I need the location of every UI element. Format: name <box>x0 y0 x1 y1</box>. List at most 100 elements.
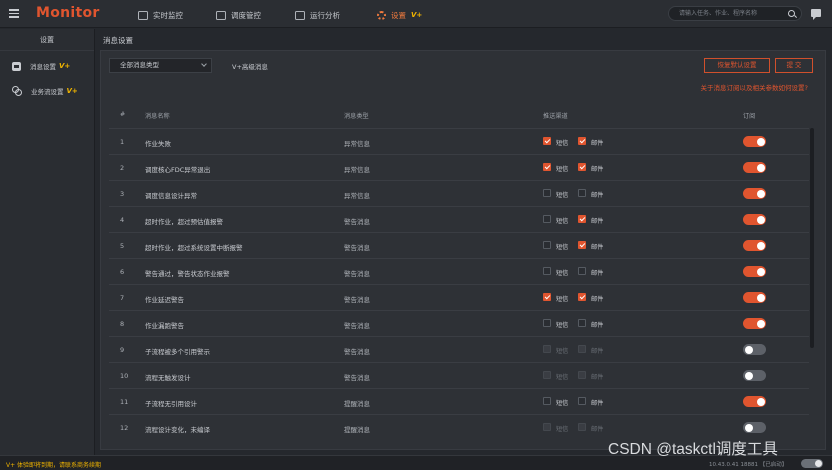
submit-button[interactable]: 提 交 <box>775 58 813 73</box>
subscribe-toggle[interactable] <box>743 292 766 303</box>
sms-checkbox[interactable] <box>543 397 551 405</box>
message-icon <box>12 61 21 71</box>
brand-logo[interactable]: Monitor <box>36 5 100 21</box>
subscribe-toggle[interactable] <box>743 188 766 199</box>
message-type: 警告消息 <box>344 322 370 330</box>
link-icon <box>12 86 22 96</box>
settings-panel: 全部消息类型 V+高级消息 恢复默认设置 提 交 关于消息订阅以及相关参数如何设… <box>100 50 826 450</box>
mail-label: 邮件 <box>591 270 604 277</box>
sms-label: 短信 <box>556 166 569 173</box>
message-type: 警告消息 <box>344 218 370 226</box>
row-number: 9 <box>120 346 125 354</box>
search-icon[interactable] <box>788 10 795 17</box>
sms-checkbox[interactable] <box>543 267 551 275</box>
search-input[interactable]: 请输入任务、作业、程序名称 <box>668 6 802 21</box>
nav-label: 设置 <box>391 10 406 20</box>
chart-icon <box>295 10 305 20</box>
sidebar-item-flow-settings[interactable]: 业务流设置 V+ <box>12 86 78 96</box>
message-name: 子流程无引用设计 <box>145 400 197 408</box>
mail-checkbox[interactable] <box>578 215 586 223</box>
nav-run-analysis[interactable]: 运行分析 <box>295 9 340 21</box>
nav-settings[interactable]: 设置 V+ <box>377 9 422 21</box>
sms-checkbox[interactable] <box>543 241 551 249</box>
sms-checkbox[interactable] <box>543 163 551 171</box>
table-row: 5 超时作业，超过系统设置中断报警 警告消息 短信 邮件 <box>109 232 809 258</box>
col-channel: 推送渠道 <box>543 113 568 120</box>
subscribe-toggle[interactable] <box>743 266 766 277</box>
sms-checkbox[interactable] <box>543 293 551 301</box>
table-row: 10 流程无触发设计 警告消息 短信 邮件 <box>109 362 809 388</box>
sms-checkbox[interactable] <box>543 137 551 145</box>
sms-label: 短信 <box>556 140 569 147</box>
table-row: 7 作业延迟警告 警告消息 短信 邮件 <box>109 284 809 310</box>
menu-icon[interactable] <box>9 9 19 18</box>
mail-label: 邮件 <box>591 400 604 407</box>
subscribe-toggle[interactable] <box>743 136 766 147</box>
vplus-badge: V+ <box>66 87 78 95</box>
message-name: 流程设计变化，未编译 <box>145 426 210 434</box>
mail-checkbox[interactable] <box>578 189 586 197</box>
row-number: 5 <box>120 242 125 250</box>
subscribe-toggle[interactable] <box>743 344 766 355</box>
advanced-message-tab[interactable]: V+高级消息 <box>232 61 268 71</box>
subscribe-toggle[interactable] <box>743 240 766 251</box>
message-type: 警告消息 <box>344 270 370 278</box>
help-link[interactable]: 关于消息订阅以及相关参数如何设置? <box>701 82 808 92</box>
subscribe-toggle[interactable] <box>743 396 766 407</box>
mail-checkbox[interactable] <box>578 397 586 405</box>
sms-checkbox[interactable] <box>543 215 551 223</box>
subscribe-toggle[interactable] <box>743 422 766 433</box>
sms-label: 短信 <box>556 270 569 277</box>
mail-checkbox[interactable] <box>578 241 586 249</box>
mail-checkbox <box>578 371 586 379</box>
message-name: 作业延迟警告 <box>145 296 184 304</box>
status-toggle[interactable] <box>801 459 823 468</box>
message-type: 警告消息 <box>344 296 370 304</box>
message-name: 子流程被多个引用警示 <box>145 348 210 356</box>
subscribe-toggle[interactable] <box>743 370 766 381</box>
subscribe-toggle[interactable] <box>743 214 766 225</box>
search-placeholder: 请输入任务、作业、程序名称 <box>679 10 758 17</box>
mail-checkbox[interactable] <box>578 319 586 327</box>
sms-checkbox <box>543 345 551 353</box>
message-type: 异常信息 <box>344 192 370 200</box>
nav-realtime-monitor[interactable]: 实时监控 <box>138 9 183 21</box>
message-name: 流程无触发设计 <box>145 374 191 382</box>
message-icon[interactable] <box>811 9 821 20</box>
table-header: # 消息名称 消息类型 推送渠道 订阅 <box>109 108 809 122</box>
scrollbar[interactable] <box>810 128 814 348</box>
server-status: 10.43.0.41 18881 【已启动】 <box>709 462 788 468</box>
top-bar: Monitor 实时监控 调度管控 运行分析 设置 V+ 请输入任务、作业、程序… <box>0 0 832 28</box>
table-row: 8 作业漏跑警告 警告消息 短信 邮件 <box>109 310 809 336</box>
message-type-select[interactable]: 全部消息类型 <box>109 58 212 73</box>
subscribe-toggle[interactable] <box>743 318 766 329</box>
mail-label: 邮件 <box>591 140 604 147</box>
select-value: 全部消息类型 <box>120 61 159 69</box>
vplus-badge: V+ <box>59 62 71 70</box>
sms-label: 短信 <box>556 348 569 355</box>
mail-label: 邮件 <box>591 348 604 355</box>
mail-checkbox[interactable] <box>578 137 586 145</box>
nav-label: 实时监控 <box>153 10 183 20</box>
message-type: 提醒消息 <box>344 400 370 408</box>
vplus-badge: V+ <box>411 11 423 19</box>
col-type: 消息类型 <box>344 113 369 120</box>
row-number: 10 <box>120 372 129 380</box>
mail-checkbox[interactable] <box>578 293 586 301</box>
sms-checkbox[interactable] <box>543 189 551 197</box>
sms-checkbox[interactable] <box>543 319 551 327</box>
table-row: 9 子流程被多个引用警示 警告消息 短信 邮件 <box>109 336 809 362</box>
col-number: # <box>120 111 126 118</box>
mail-checkbox[interactable] <box>578 163 586 171</box>
mail-label: 邮件 <box>591 374 604 381</box>
chevron-down-icon <box>201 61 207 67</box>
sidebar-item-label: 消息设置 <box>30 63 56 71</box>
page-title: 消息设置 <box>103 36 133 45</box>
sidebar-item-message-settings[interactable]: 消息设置 V+ <box>12 61 70 71</box>
subscribe-toggle[interactable] <box>743 162 766 173</box>
mail-checkbox[interactable] <box>578 267 586 275</box>
nav-schedule-control[interactable]: 调度管控 <box>216 9 261 21</box>
message-name: 作业失败 <box>145 140 171 148</box>
reset-default-button[interactable]: 恢复默认设置 <box>704 58 770 73</box>
mail-label: 邮件 <box>591 192 604 199</box>
